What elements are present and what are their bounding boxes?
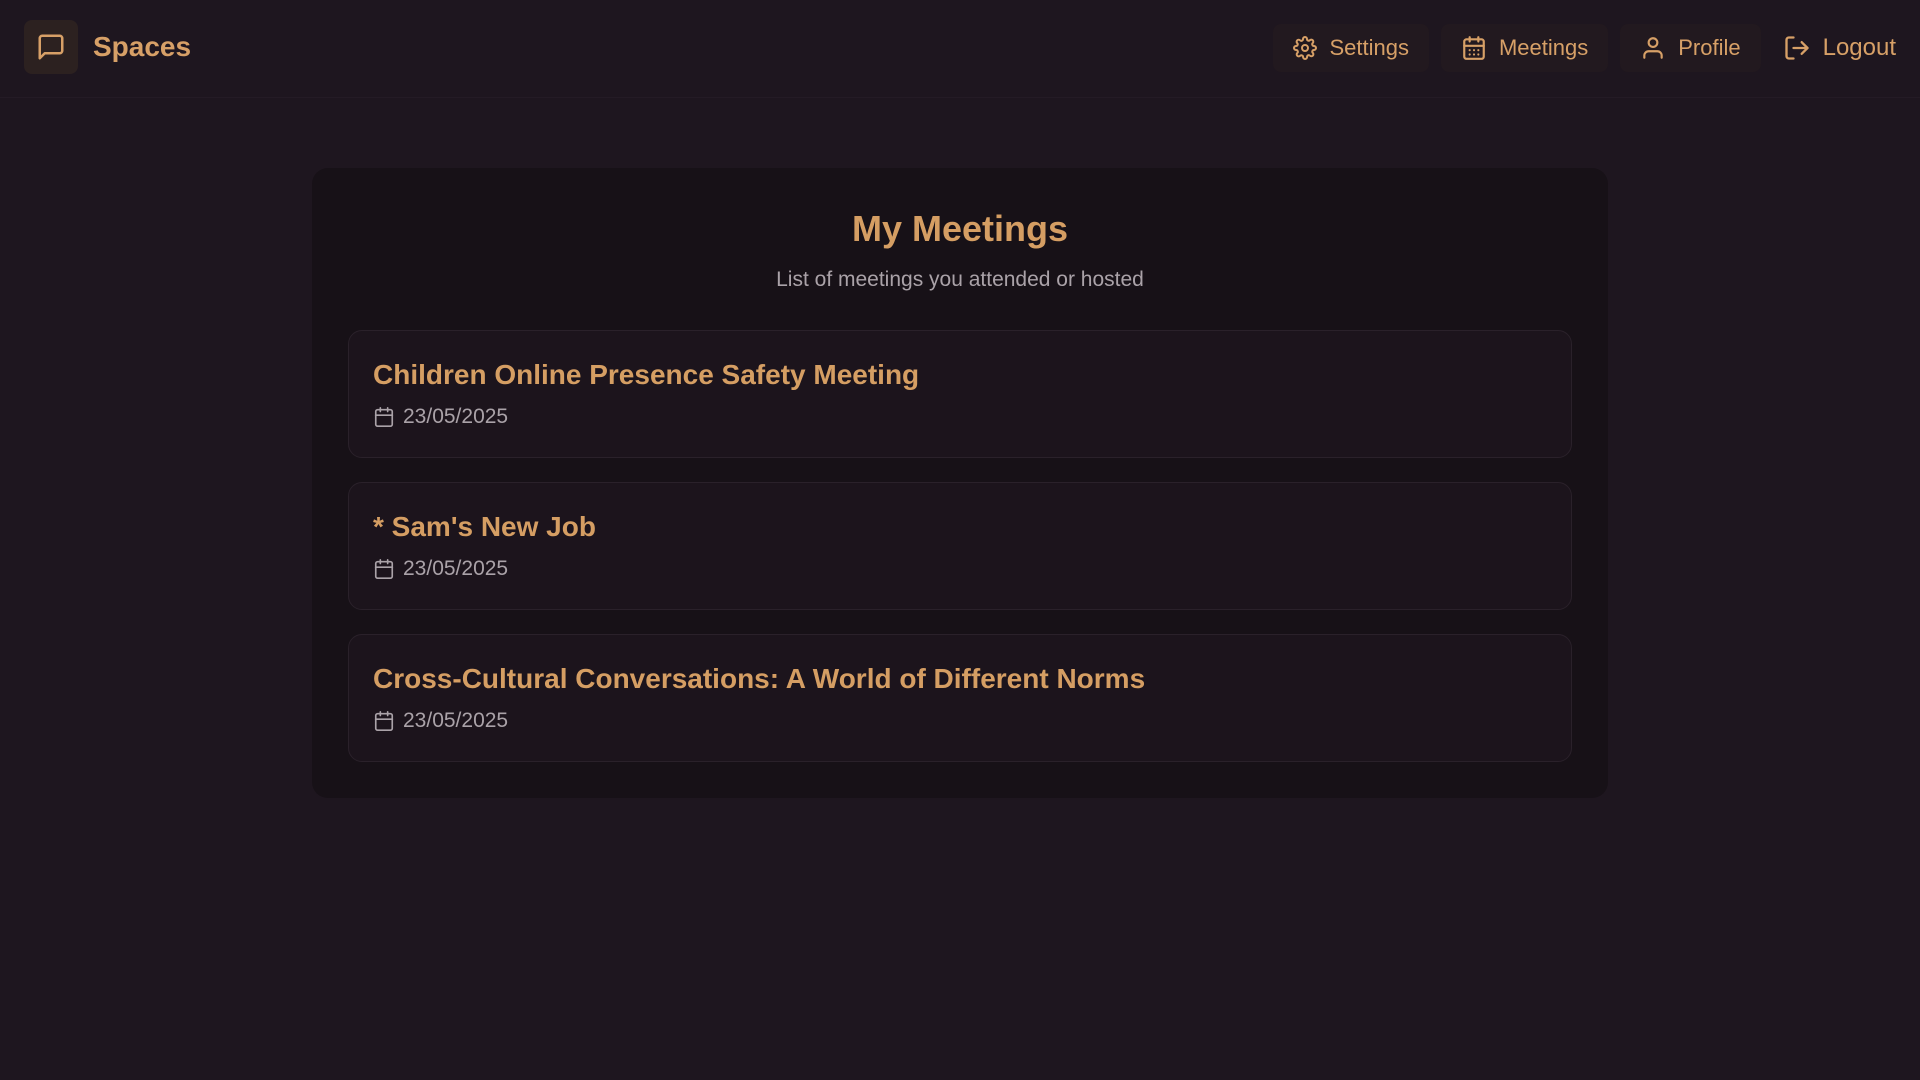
meeting-date-text: 23/05/2025 <box>403 709 509 732</box>
logout-button[interactable]: Logout <box>1773 24 1896 72</box>
logout-label: Logout <box>1822 34 1896 61</box>
settings-label: Settings <box>1329 35 1409 60</box>
meeting-date: 23/05/2025 <box>373 405 508 429</box>
profile-label: Profile <box>1678 35 1741 60</box>
message-square-icon[interactable] <box>24 20 78 74</box>
logout-icon <box>1783 34 1811 62</box>
meetings-nav-button[interactable]: Meetings <box>1440 24 1609 72</box>
calendar-icon <box>1461 35 1487 61</box>
page-title: My Meetings <box>851 208 1069 249</box>
meeting-title[interactable]: Cross-Cultural Conversations: A World of… <box>373 663 1145 695</box>
settings-nav-button[interactable]: Settings <box>1273 24 1429 72</box>
calendar-icon <box>373 558 395 580</box>
calendar-icon <box>373 710 395 732</box>
meeting-date-text: 23/05/2025 <box>403 557 509 580</box>
meeting-card[interactable]: Cross-Cultural Conversations: A World of… <box>348 634 1572 762</box>
brand[interactable]: Spaces <box>24 20 191 74</box>
page-subtitle: List of meetings you attended or hosted <box>776 268 1144 291</box>
main-nav: Settings Meetings Profile Logout <box>1261 24 1896 72</box>
meeting-card[interactable]: * Sam's New Job 23/05/2025 <box>348 482 1572 610</box>
meeting-date: 23/05/2025 <box>373 557 508 581</box>
meetings-label: Meetings <box>1498 35 1589 60</box>
calendar-icon <box>373 406 395 428</box>
gear-icon <box>1293 36 1318 60</box>
meeting-date-text: 23/05/2025 <box>403 405 509 428</box>
app-name: Spaces <box>93 31 192 62</box>
user-icon <box>1640 35 1666 61</box>
meeting-date: 23/05/2025 <box>373 709 508 733</box>
profile-nav-button[interactable]: Profile <box>1620 24 1761 72</box>
meetings-panel: My Meetings List of meetings you attende… <box>312 168 1608 798</box>
top-navigation-bar: Spaces Settings Meetings Profile Logout <box>0 0 1920 98</box>
meeting-card[interactable]: Children Online Presence Safety Meeting … <box>348 330 1572 458</box>
meeting-title[interactable]: Children Online Presence Safety Meeting <box>373 359 919 391</box>
meeting-title[interactable]: * Sam's New Job <box>373 511 596 543</box>
